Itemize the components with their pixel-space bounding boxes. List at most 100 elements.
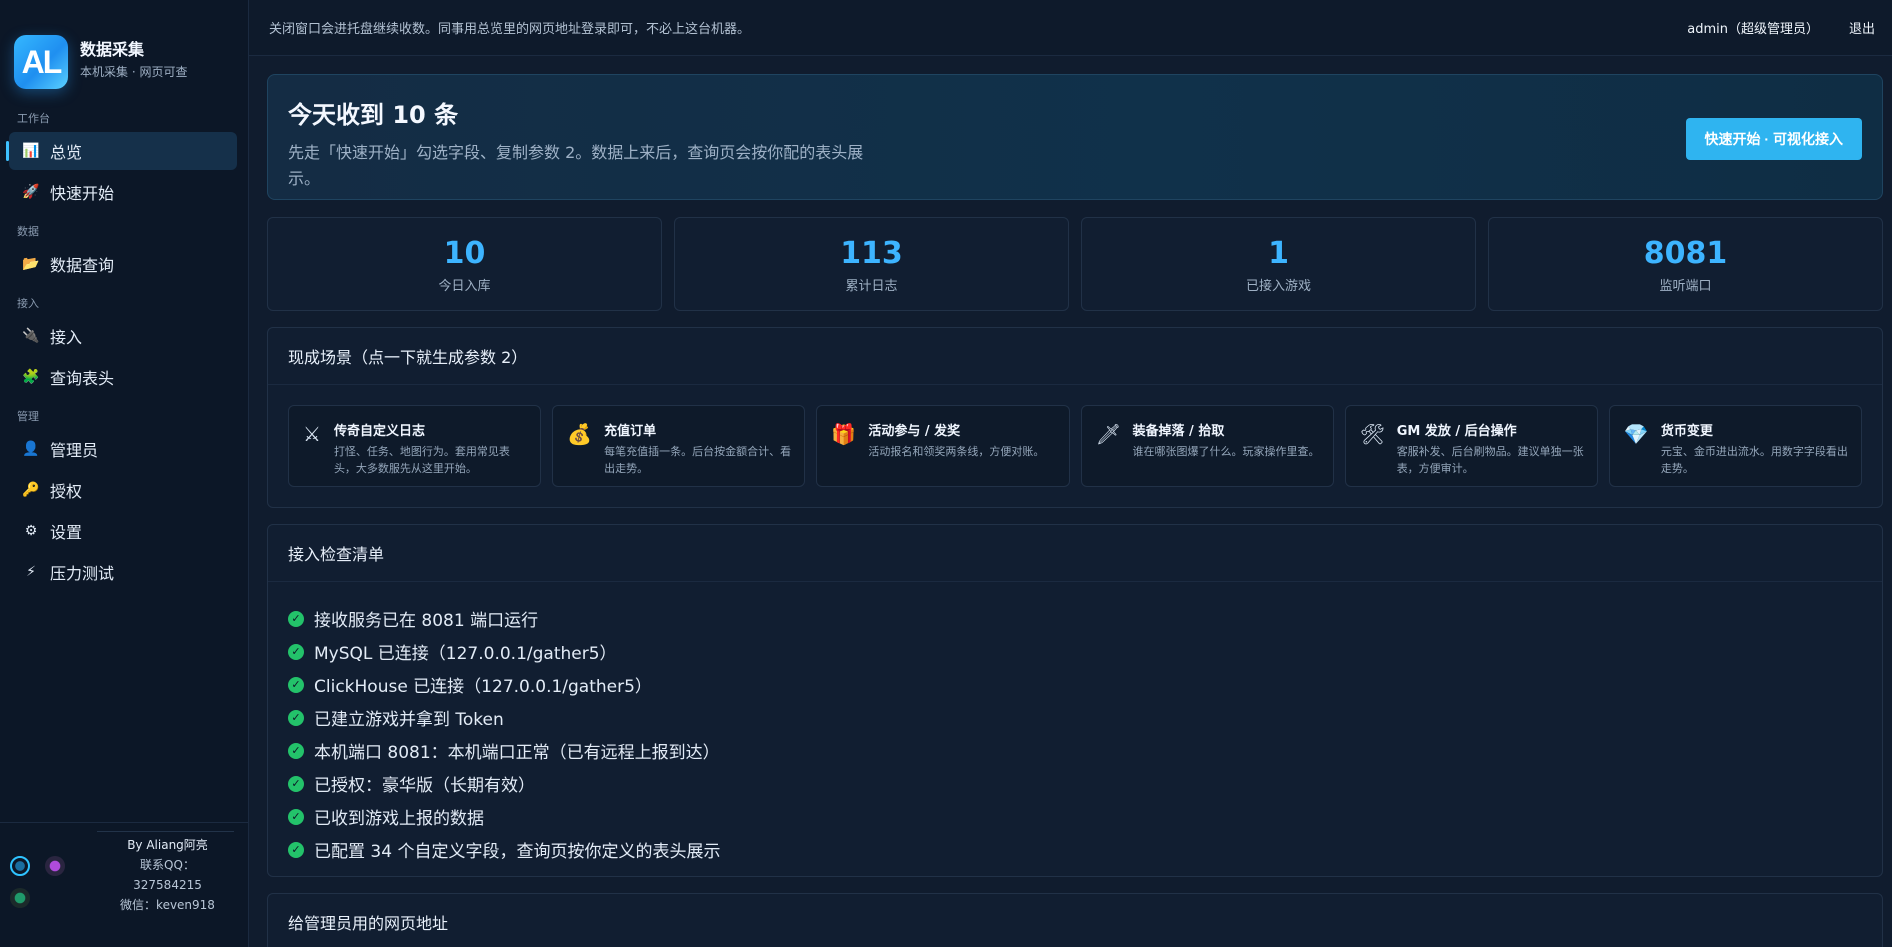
sidebar-item-rocket[interactable]: 🚀 快速开始 xyxy=(9,173,237,211)
stats-row: 10 今日入库 113 累计日志 1 已接入游戏 8081 监听端口 xyxy=(267,217,1883,311)
sidebar-item-plug[interactable]: 🔌 接入 xyxy=(9,317,237,355)
checklist-item: ✓ 已建立游戏并拿到 Token xyxy=(288,701,1862,734)
scenes-panel: 现成场景（点一下就生成参数 2） ⚔ 传奇自定义日志 打怪、任务、地图行为。套用常见… xyxy=(267,327,1883,508)
topbar-note: 关闭窗口会进托盘继续收数。同事用总览里的网页地址登录即可，不必上这台机器。 xyxy=(269,22,751,37)
user-icon: 👤 xyxy=(22,441,40,457)
admin-url-title: 给管理员用的网页地址 xyxy=(268,894,1882,947)
check-circle-icon: ✓ xyxy=(288,841,304,858)
check-circle-icon: ✓ xyxy=(288,643,304,660)
scene-description: 活动报名和领奖两条线，方便对账。 xyxy=(868,445,1045,458)
checklist-items: ✓ 接收服务已在 8081 端口运行 ✓ MySQL 已连接（127.0.0.1/ga… xyxy=(268,582,1882,876)
checklist-item: ✓ 接收服务已在 8081 端口运行 xyxy=(288,602,1862,635)
sidebar-item-folder[interactable]: 📂 数据查询 xyxy=(9,245,237,283)
stat-label: 累计日志 xyxy=(845,279,898,294)
brand: AL 数据采集 本机采集 · 网页可查 xyxy=(0,0,248,100)
check-circle-icon: ✓ xyxy=(288,610,304,627)
checklist-text: 已授权：豪华版（长期有效） xyxy=(314,776,535,796)
checklist-text: 接收服务已在 8081 端口运行 xyxy=(314,611,539,631)
credits: By Aliang阿亮 联系QQ： 327584215 微信：keven918 xyxy=(95,835,240,915)
theme-switcher xyxy=(10,856,70,926)
scene-card[interactable]: 💎 货币变更 元宝、金币进出流水。用数字字段看出走势。 xyxy=(1608,405,1863,487)
hero-description: 先走「快速开始」勾选字段、复制参数 2。数据上来后，查询页会按你配的表头展示。 xyxy=(288,143,864,188)
theme-dot-green[interactable] xyxy=(10,888,30,908)
app-root: AL 数据采集 本机采集 · 网页可查 工作台 📊 总览 🚀 快速开始 数据 📂 数据查询 接入… xyxy=(0,0,1892,947)
folder-icon: 📂 xyxy=(22,256,40,272)
sidebar-item-puzzle[interactable]: 🧩 查询表头 xyxy=(9,358,237,396)
brand-subtitle: 本机采集 · 网页可查 xyxy=(80,65,188,79)
nav-group-title: 接入 xyxy=(17,297,39,310)
sidebar-item-lightning[interactable]: ⚡ 压力测试 xyxy=(9,553,237,591)
stat-value: 1 xyxy=(1268,236,1289,271)
checklist-item: ✓ ClickHouse 已连接（127.0.0.1/gather5） xyxy=(288,668,1862,701)
gem-icon: 💎 xyxy=(1623,422,1649,446)
money-bag-icon: 💰 xyxy=(567,422,593,446)
theme-dot-cyan[interactable] xyxy=(10,856,30,876)
sidebar-item-label: 数据查询 xyxy=(50,256,115,275)
nav-group-title: 管理 xyxy=(17,410,39,423)
credits-qq: 327584215 xyxy=(133,878,202,892)
sidebar-item-label: 管理员 xyxy=(50,441,99,460)
stat-card: 10 今日入库 xyxy=(267,217,662,311)
check-circle-icon: ✓ xyxy=(288,808,304,825)
scene-text: 传奇自定义日志 打怪、任务、地图行为。套用常见表头，大多数服先从这里开始。 xyxy=(334,420,530,476)
admin-url-panel: 给管理员用的网页地址 xyxy=(267,893,1883,947)
scene-card[interactable]: ⚔ 传奇自定义日志 打怪、任务、地图行为。套用常见表头，大多数服先从这里开始。 xyxy=(288,405,542,487)
logout-link[interactable]: 退出 xyxy=(1849,18,1875,37)
scene-title: 货币变更 xyxy=(1660,424,1713,439)
sidebar-item-gear[interactable]: ⚙ 设置 xyxy=(9,512,237,550)
app-logo: AL xyxy=(14,35,68,89)
sidebar-item-label: 设置 xyxy=(50,523,83,542)
stat-card: 8081 监听端口 xyxy=(1488,217,1883,311)
sidebar-item-user[interactable]: 👤 管理员 xyxy=(9,430,237,468)
hero-banner: 今天收到 10 条 先走「快速开始」勾选字段、复制参数 2。数据上来后，查询页会… xyxy=(267,74,1883,200)
sidebar-item-chart[interactable]: 📊 总览 xyxy=(6,132,237,170)
checklist-text: 已收到游戏上报的数据 xyxy=(314,809,484,829)
checklist-title: 接入检查清单 xyxy=(268,525,1882,582)
puzzle-icon: 🧩 xyxy=(22,369,40,385)
gear-icon: ⚙ xyxy=(24,523,38,539)
checklist-item: ✓ 已授权：豪华版（长期有效） xyxy=(288,767,1862,800)
credits-divider xyxy=(97,831,234,832)
scene-text: GM 发放 / 后台操作 客服补发、后台刷物品。建议单独一张表，方便审计。 xyxy=(1397,420,1587,476)
nav-group-title: 数据 xyxy=(17,225,39,238)
sidebar-item-label: 压力测试 xyxy=(50,564,115,583)
checklist-panel: 接入检查清单 ✓ 接收服务已在 8081 端口运行 ✓ MySQL 已连接（127.0… xyxy=(267,524,1883,877)
stat-label: 今日入库 xyxy=(438,279,491,294)
theme-dot-purple[interactable] xyxy=(45,856,65,876)
scene-description: 每笔充值插一条。后台按金额合计、看出走势。 xyxy=(604,445,792,475)
stat-label: 已接入游戏 xyxy=(1245,279,1311,294)
checklist-text: 已建立游戏并拿到 Token xyxy=(314,710,504,730)
check-circle-icon: ✓ xyxy=(288,709,304,726)
current-user: admin（超级管理员） xyxy=(1687,22,1819,37)
check-circle-icon: ✓ xyxy=(288,742,304,759)
brand-title: 数据采集 xyxy=(80,40,145,59)
gift-icon: 🎁 xyxy=(831,422,857,446)
sidebar-footer: By Aliang阿亮 联系QQ： 327584215 微信：keven918 xyxy=(0,822,248,947)
scene-description: 客服补发、后台刷物品。建议单独一张表，方便审计。 xyxy=(1396,445,1584,475)
sidebar-item-key[interactable]: 🔑 授权 xyxy=(9,471,237,509)
scene-card[interactable]: 🗡 装备掉落 / 拾取 谁在哪张图爆了什么。玩家操作里查。 xyxy=(1080,405,1334,487)
scene-description: 打怪、任务、地图行为。套用常见表头，大多数服先从这里开始。 xyxy=(333,445,510,475)
checklist-item: ✓ 本机端口 8081：本机端口正常（已有远程上报到达） xyxy=(288,734,1862,767)
chart-icon: 📊 xyxy=(22,143,40,159)
check-circle-icon: ✓ xyxy=(288,676,304,693)
sidebar-item-label: 查询表头 xyxy=(50,369,115,388)
scene-text: 活动参与 / 发奖活动报名和领奖两条线，方便对账。 xyxy=(868,420,1044,476)
stat-value: 8081 xyxy=(1643,236,1728,271)
check-circle-icon: ✓ xyxy=(288,775,304,792)
scene-card[interactable]: 🛠 GM 发放 / 后台操作 客服补发、后台刷物品。建议单独一张表，方便审计。 xyxy=(1344,405,1598,487)
scene-card[interactable]: 🎁 活动参与 / 发奖活动报名和领奖两条线，方便对账。 xyxy=(816,405,1070,487)
scene-title: 充值订单 xyxy=(604,424,657,439)
hero-title: 今天收到 10 条 xyxy=(288,101,459,129)
scene-title: 活动参与 / 发奖 xyxy=(868,424,961,439)
checklist-item: ✓ 已收到游戏上报的数据 xyxy=(288,800,1862,833)
plug-icon: 🔌 xyxy=(22,328,40,344)
scenes-title: 现成场景（点一下就生成参数 2） xyxy=(268,328,1882,385)
stat-value: 10 xyxy=(443,236,486,271)
checklist-text: ClickHouse 已连接（127.0.0.1/gather5） xyxy=(314,677,652,697)
sword-icon: 🗡 xyxy=(1095,422,1121,446)
quick-start-button[interactable]: 快速开始 · 可视化接入 xyxy=(1685,118,1862,160)
sidebar: AL 数据采集 本机采集 · 网页可查 工作台 📊 总览 🚀 快速开始 数据 📂 数据查询 接入… xyxy=(0,0,249,947)
sidebar-item-label: 接入 xyxy=(50,328,83,347)
scene-card[interactable]: 💰 充值订单每笔充值插一条。后台按金额合计、看出走势。 xyxy=(552,405,806,487)
